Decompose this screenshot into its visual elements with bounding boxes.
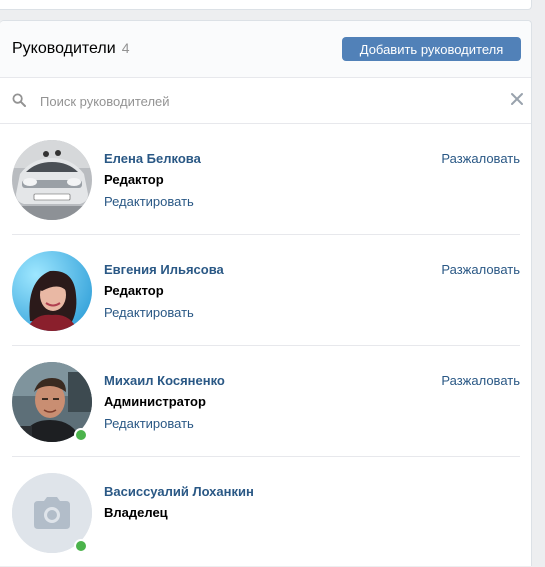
add-manager-button[interactable]: Добавить руководителя xyxy=(342,37,521,61)
avatar[interactable] xyxy=(12,140,92,220)
list-item: Васиссуалий Лоханкин Владелец xyxy=(12,457,520,567)
list-item: Евгения Ильясова Редактор Редактировать … xyxy=(12,235,520,346)
search-icon xyxy=(12,93,26,107)
manager-name[interactable]: Васиссуалий Лоханкин xyxy=(104,484,254,499)
manager-name[interactable]: Евгения Ильясова xyxy=(104,262,224,277)
card-header: Руководители 4 Добавить руководителя xyxy=(0,21,531,78)
online-indicator xyxy=(74,539,88,553)
managers-count: 4 xyxy=(121,40,130,56)
search-input[interactable] xyxy=(38,90,482,112)
avatar[interactable] xyxy=(12,251,92,331)
page-title: Руководители 4 xyxy=(12,40,129,58)
managers-card: Руководители 4 Добавить руководителя Пои… xyxy=(0,20,532,566)
edit-link[interactable]: Редактировать xyxy=(104,416,194,431)
search-bar xyxy=(0,78,531,124)
manager-role: Владелец xyxy=(104,505,168,520)
close-icon[interactable] xyxy=(510,92,524,106)
manager-role: Редактор xyxy=(104,283,164,298)
woman-photo-icon xyxy=(12,251,92,331)
edit-link[interactable]: Редактировать xyxy=(104,305,194,320)
demote-link[interactable]: Разжаловать xyxy=(441,373,520,388)
list-item: Елена Белкова Редактор Редактировать Раз… xyxy=(12,124,520,235)
manager-role: Редактор xyxy=(104,172,164,187)
manager-name[interactable]: Елена Белкова xyxy=(104,151,201,166)
manager-name[interactable]: Михаил Косяненко xyxy=(104,373,225,388)
online-indicator xyxy=(74,428,88,442)
car-photo-icon xyxy=(12,140,92,220)
demote-link[interactable]: Разжаловать xyxy=(441,151,520,166)
demote-link[interactable]: Разжаловать xyxy=(441,262,520,277)
previous-card xyxy=(0,0,532,10)
manager-role: Администратор xyxy=(104,394,206,409)
list-item: Михаил Косяненко Администратор Редактиро… xyxy=(12,346,520,457)
edit-link[interactable]: Редактировать xyxy=(104,194,194,209)
title-label: Руководители xyxy=(12,40,116,57)
